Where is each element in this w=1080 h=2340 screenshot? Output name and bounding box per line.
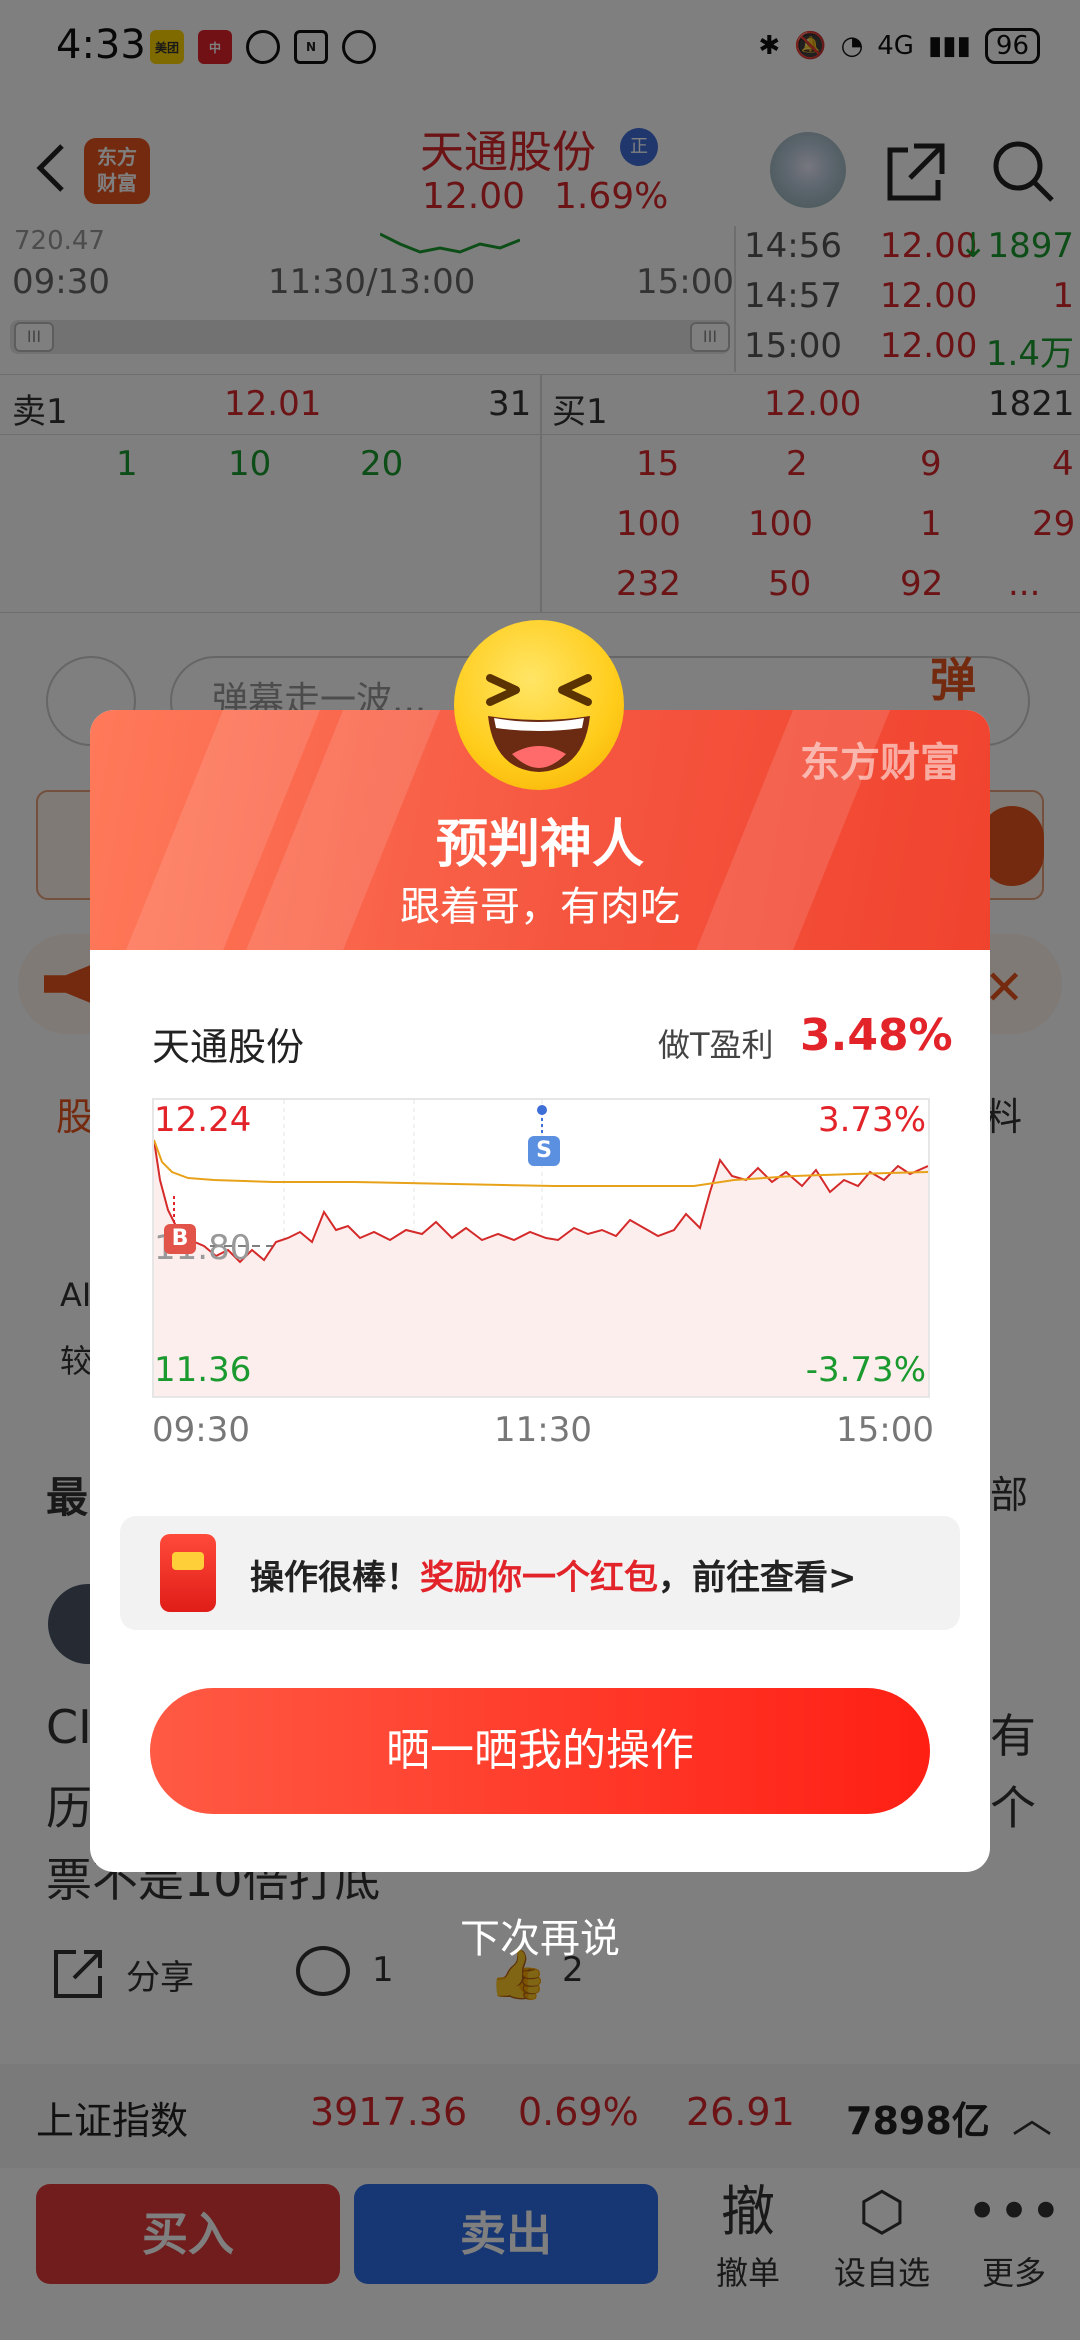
sell-marker: S bbox=[528, 1136, 560, 1166]
red-packet-icon bbox=[160, 1534, 216, 1612]
red-packet-reward[interactable]: 操作很棒！奖励你一个红包，前往查看> bbox=[120, 1516, 960, 1630]
reward-suffix: ，前往查看> bbox=[658, 1558, 857, 1598]
y-max-label: 12.24 bbox=[154, 1100, 252, 1140]
sell-point bbox=[537, 1105, 547, 1115]
reward-highlight: 奖励你一个红包 bbox=[420, 1558, 658, 1598]
intraday-chart: 12.24 11.80 11.36 3.73% -3.73% B S bbox=[152, 1098, 930, 1398]
x-end-label: 15:00 bbox=[836, 1410, 934, 1450]
result-stock-name: 天通股份 bbox=[152, 1025, 305, 1069]
brand-watermark: 东方财富 bbox=[800, 740, 960, 786]
achievement-dialog: 东方财富 预判神人 跟着哥，有肉吃 天通股份 做T盈利 3.48% 12.24 … bbox=[90, 710, 990, 1872]
share-operation-button[interactable]: 晒一晒我的操作 bbox=[150, 1688, 930, 1814]
x-mid-label: 11:30 bbox=[494, 1410, 592, 1450]
dismiss-later-link[interactable]: 下次再说 bbox=[0, 1906, 1080, 1964]
profit-value: 3.48% bbox=[800, 1010, 953, 1061]
buy-marker: B bbox=[164, 1224, 196, 1254]
profit-label: 做T盈利 bbox=[658, 1026, 774, 1064]
pct-min-label: -3.73% bbox=[805, 1350, 926, 1390]
reward-prefix: 操作很棒！ bbox=[250, 1558, 420, 1598]
x-start-label: 09:30 bbox=[152, 1410, 250, 1450]
dialog-subtitle: 跟着哥，有肉吃 bbox=[400, 884, 680, 930]
reward-text: 操作很棒！奖励你一个红包，前往查看> bbox=[250, 1550, 857, 1599]
dialog-title: 预判神人 bbox=[435, 815, 644, 875]
laughing-emoji-icon bbox=[454, 620, 624, 790]
pct-max-label: 3.73% bbox=[817, 1100, 926, 1140]
y-min-label: 11.36 bbox=[154, 1350, 252, 1390]
laughing-face bbox=[486, 674, 592, 772]
